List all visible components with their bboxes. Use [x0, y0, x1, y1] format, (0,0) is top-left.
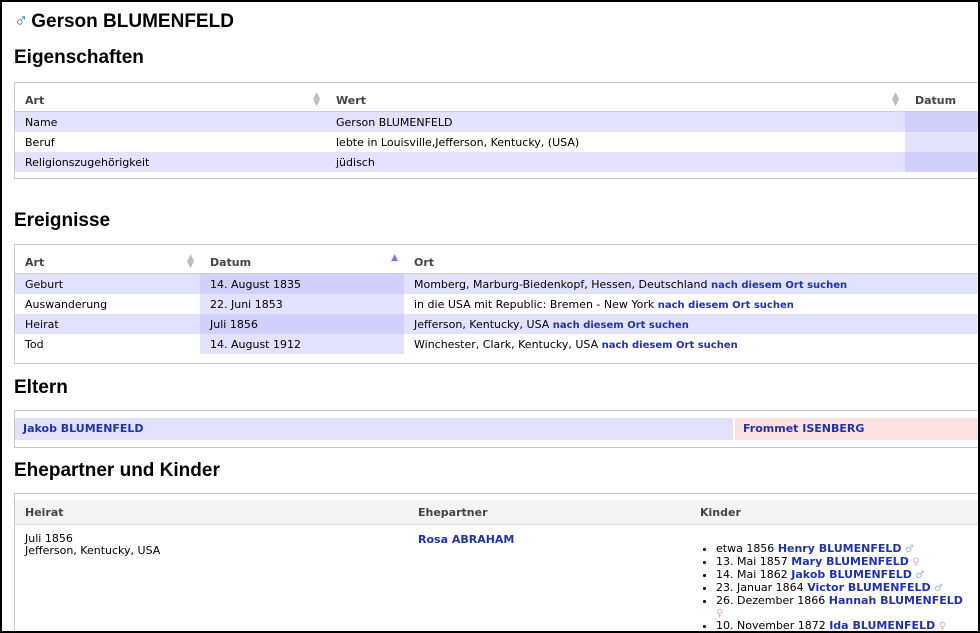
cell-kinder: etwa 1856 Henry BLUMENFELD ♂ 13. Mai 185…: [690, 525, 978, 632]
male-icon: ♂: [905, 544, 914, 555]
section-heading-events: Ereignisse: [14, 210, 111, 231]
cell-wert: Gerson BLUMENFELD: [326, 111, 905, 132]
child-link[interactable]: Henry BLUMENFELD: [778, 542, 902, 555]
sort-icon[interactable]: ▲ ▼: [892, 92, 899, 108]
section-heading-properties: Eigenschaften: [14, 47, 144, 68]
search-place-link[interactable]: nach diesem Ort suchen: [602, 340, 738, 351]
children-list: etwa 1856 Henry BLUMENFELD ♂ 13. Mai 185…: [700, 542, 970, 632]
properties-table-container: Art ▲ ▼ Wert ▲ ▼ Datum Name Gerson BLUMENFEL…: [14, 82, 978, 179]
male-icon: ♂: [14, 11, 29, 32]
table-row: Religionszugehörigkeit jüdisch: [15, 152, 978, 172]
female-icon: ♀: [938, 621, 947, 632]
events-table-container: Art ▲ ▼ Datum ▲ Ort Geburt 14. August 1835 …: [14, 244, 978, 364]
sort-ascending-icon[interactable]: ▲: [391, 254, 398, 263]
search-place-link[interactable]: nach diesem Ort suchen: [553, 320, 689, 331]
table-row: Tod 14. August 1912 Winchester, Clark, K…: [15, 334, 978, 354]
cell-heirat: Juli 1856 Jefferson, Kentucky, USA: [15, 525, 408, 632]
events-table: Art ▲ ▼ Datum ▲ Ort Geburt 14. August 1835 …: [15, 251, 978, 354]
cell-art: Religionszugehörigkeit: [15, 152, 326, 172]
child-link[interactable]: Ida BLUMENFELD: [829, 619, 935, 632]
person-name: Gerson BLUMENFELD: [31, 11, 234, 32]
table-row: Auswanderung 22. Juni 1853 in die USA mi…: [15, 294, 978, 314]
table-row: Beruf lebte in Louisville,Jefferson, Ken…: [15, 132, 978, 152]
column-header-ort[interactable]: Ort: [404, 251, 978, 274]
cell-datum: 14. August 1835: [200, 273, 404, 294]
search-place-link[interactable]: nach diesem Ort suchen: [711, 280, 847, 291]
column-header-datum[interactable]: Datum ▲: [200, 251, 404, 274]
cell-datum: Juli 1856: [200, 314, 404, 334]
column-header-art[interactable]: Art ▲ ▼: [15, 251, 200, 274]
sort-icon[interactable]: ▲ ▼: [187, 254, 194, 270]
cell-ehepartner: Rosa ABRAHAM: [408, 525, 690, 632]
section-heading-family: Ehepartner und Kinder: [14, 460, 220, 481]
child-link[interactable]: Hannah BLUMENFELD: [829, 594, 963, 607]
list-item: 26. Dezember 1866 Hannah BLUMENFELD ♀: [716, 595, 970, 620]
cell-art: Auswanderung: [15, 294, 200, 314]
mother-cell: Frommet ISENBERG: [733, 418, 978, 440]
cell-ort: in die USA mit Republic: Bremen - New Yo…: [404, 294, 978, 314]
mother-link[interactable]: Frommet ISENBERG: [743, 422, 864, 435]
page-frame: ♂ Gerson BLUMENFELD Eigenschaften Art ▲ ▼ W…: [0, 0, 980, 633]
marriage-place: Jefferson, Kentucky, USA: [25, 544, 161, 557]
column-header-art[interactable]: Art ▲ ▼: [15, 89, 326, 112]
search-place-link[interactable]: nach diesem Ort suchen: [658, 300, 794, 311]
male-icon: ♂: [915, 570, 925, 581]
section-heading-parents: Eltern: [14, 377, 68, 398]
table-row: Name Gerson BLUMENFELD: [15, 111, 978, 132]
spouse-link[interactable]: Rosa ABRAHAM: [418, 533, 514, 546]
female-icon: ♀: [716, 608, 724, 619]
cell-ort: Winchester, Clark, Kentucky, USA nach di…: [404, 334, 978, 354]
properties-table: Art ▲ ▼ Wert ▲ ▼ Datum Name Gerson BLUMENFEL…: [15, 89, 978, 172]
sort-icon[interactable]: ▲ ▼: [313, 92, 320, 108]
list-item: 10. November 1872 Ida BLUMENFELD ♀: [716, 619, 970, 632]
family-container: Heirat Ehepartner Kinder Juli 1856 Jeffe…: [14, 493, 978, 632]
column-header-heirat: Heirat: [15, 500, 408, 525]
cell-wert: lebte in Louisville,Jefferson, Kentucky,…: [326, 132, 905, 152]
table-row: Geburt 14. August 1835 Momberg, Marburg-…: [15, 273, 978, 294]
parents-container: Jakob BLUMENFELD Frommet ISENBERG: [14, 410, 978, 448]
cell-datum: 22. Juni 1853: [200, 294, 404, 314]
cell-ort: Jefferson, Kentucky, USA nach diesem Ort…: [404, 314, 978, 334]
child-link[interactable]: Jakob BLUMENFELD: [791, 568, 912, 581]
page-title: ♂ Gerson BLUMENFELD: [14, 11, 234, 33]
cell-ort: Momberg, Marburg-Biedenkopf, Hessen, Deu…: [404, 273, 978, 294]
male-icon: ♂: [934, 583, 944, 594]
father-link[interactable]: Jakob BLUMENFELD: [23, 422, 144, 435]
table-row: Juli 1856 Jefferson, Kentucky, USA Rosa …: [15, 525, 978, 632]
cell-art: Name: [15, 111, 326, 132]
father-cell: Jakob BLUMENFELD: [15, 418, 733, 440]
cell-wert: jüdisch: [326, 152, 905, 172]
cell-datum: 14. August 1912: [200, 334, 404, 354]
female-icon: ♀: [912, 557, 920, 568]
column-header-ehepartner: Ehepartner: [408, 500, 690, 525]
column-header-wert[interactable]: Wert ▲ ▼: [326, 89, 905, 112]
column-header-kinder: Kinder: [690, 500, 978, 525]
child-link[interactable]: Mary BLUMENFELD: [791, 555, 909, 568]
cell-art: Tod: [15, 334, 200, 354]
cell-art: Heirat: [15, 314, 200, 334]
table-row: Heirat Juli 1856 Jefferson, Kentucky, US…: [15, 314, 978, 334]
cell-datum: [905, 152, 978, 172]
family-table: Heirat Ehepartner Kinder Juli 1856 Jeffe…: [15, 500, 978, 632]
column-header-datum[interactable]: Datum: [905, 89, 978, 112]
cell-art: Beruf: [15, 132, 326, 152]
parents-row: Jakob BLUMENFELD Frommet ISENBERG: [15, 418, 978, 440]
child-link[interactable]: Victor BLUMENFELD: [807, 581, 930, 594]
cell-datum: [905, 111, 978, 132]
cell-art: Geburt: [15, 273, 200, 294]
cell-datum: [905, 132, 978, 152]
